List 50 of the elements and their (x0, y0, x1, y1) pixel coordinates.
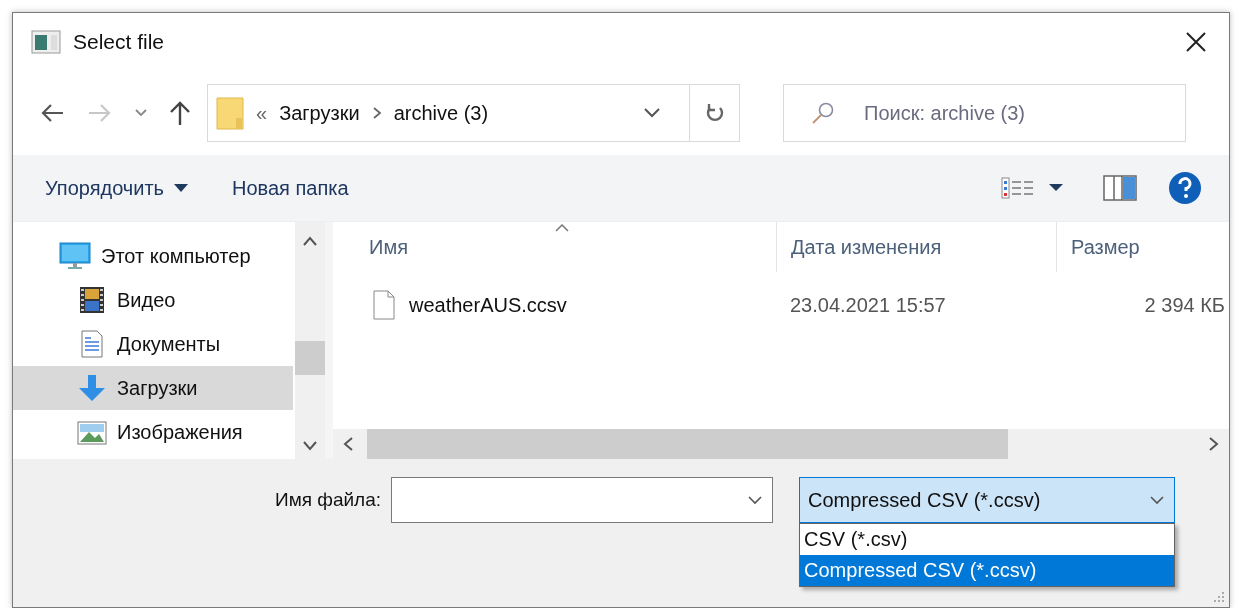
breadcrumb-link[interactable]: archive (3) (393, 101, 489, 125)
scrollbar-thumb[interactable] (367, 429, 1008, 459)
scroll-left-icon[interactable] (343, 437, 353, 451)
organize-dropdown[interactable]: Упорядочить (37, 170, 196, 206)
chevron-down-icon[interactable] (135, 109, 147, 117)
horizontal-scrollbar[interactable] (333, 429, 1229, 459)
column-header[interactable]: Размер (1056, 222, 1229, 272)
new-folder-button[interactable]: Новая папка (224, 170, 357, 206)
sidebar-item[interactable]: Видео (13, 278, 293, 322)
file-name-field[interactable] (391, 477, 774, 523)
sidebar-item[interactable]: Документы (13, 322, 293, 366)
folder-icon (216, 96, 244, 130)
table-cell: 2 394 КБ (1144, 293, 1225, 317)
column-header[interactable]: Имя (333, 222, 776, 272)
chevron-down-icon (1150, 495, 1165, 505)
preview-pane-icon[interactable] (1103, 175, 1137, 201)
address-bar[interactable]: « Загрузки archive (3) (207, 84, 740, 142)
search-icon (811, 101, 835, 125)
refresh-icon (704, 102, 725, 124)
sidebar-item[interactable]: Этот компьютер (13, 234, 293, 278)
window-title: Select file (73, 30, 165, 54)
dropdown-option[interactable]: CSV (*.csv) (800, 524, 1175, 555)
monitor-icon (59, 242, 91, 270)
overflow-mark[interactable]: « (256, 101, 268, 125)
resize-grip-icon (1213, 591, 1225, 603)
up-arrow-icon[interactable] (169, 100, 191, 126)
chevron-right-icon (371, 106, 382, 120)
scroll-up-icon[interactable] (303, 236, 317, 246)
sidebar-item[interactable]: Изображения (13, 410, 293, 454)
scroll-down-icon[interactable] (303, 441, 317, 451)
scroll-right-icon[interactable] (1209, 437, 1219, 451)
back-arrow-icon[interactable] (39, 103, 65, 123)
chevron-down-icon[interactable] (643, 107, 661, 119)
vertical-scrollbar[interactable] (295, 222, 325, 459)
help-button[interactable] (1169, 172, 1201, 204)
app-icon (31, 30, 61, 54)
file-type-dropdown[interactable]: Compressed CSV (*.ccsv) (799, 477, 1176, 523)
file-name[interactable]: weatherAUS.ccsv (409, 293, 567, 317)
picture-icon (77, 418, 109, 446)
close-icon (1185, 31, 1207, 53)
chevron-down-icon (748, 495, 763, 505)
field-label: Имя файла: (275, 489, 382, 511)
search-field[interactable]: Поиск: archive (3) (783, 84, 1186, 142)
table-cell: 23.04.2021 15:57 (790, 293, 946, 317)
file-icon (373, 290, 395, 320)
column-header[interactable]: Дата изменения (776, 222, 1056, 272)
dropdown-option[interactable]: Compressed CSV (*.ccsv) (800, 555, 1175, 586)
sidebar-item[interactable]: Загрузки (13, 366, 293, 410)
scrollbar-thumb[interactable] (295, 341, 325, 375)
breadcrumb-link[interactable]: Загрузки (279, 101, 360, 125)
